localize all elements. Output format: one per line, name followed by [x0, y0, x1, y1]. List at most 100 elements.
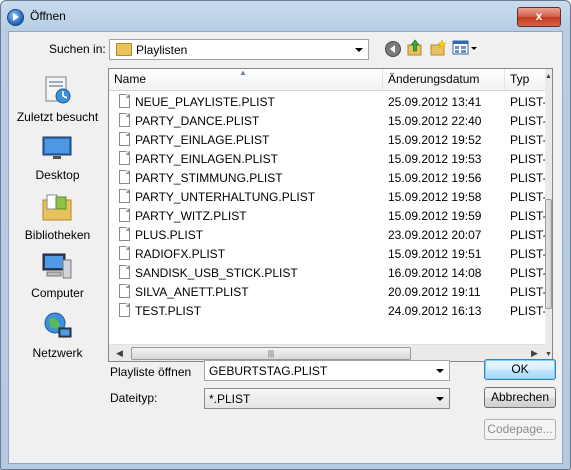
file-name: SANDISK_USB_STICK.PLIST: [135, 266, 298, 280]
file-type: PLIST-: [510, 190, 547, 204]
up-folder-icon[interactable]: [406, 39, 424, 57]
file-row[interactable]: PLUS.PLIST 23.09.2012 20:07 PLIST-: [109, 225, 547, 244]
place-label: Netzwerk: [32, 346, 83, 360]
scroll-right-icon[interactable]: ▶: [531, 348, 538, 359]
codepage-button[interactable]: Codepage...: [484, 419, 556, 440]
filetype-select[interactable]: *.PLIST: [204, 388, 450, 409]
file-row[interactable]: PARTY_STIMMUNG.PLIST 15.09.2012 19:56 PLIS…: [109, 168, 547, 187]
window-title: Öffnen: [30, 9, 66, 23]
place-label: Computer: [31, 286, 84, 300]
chevron-down-icon[interactable]: [355, 48, 363, 52]
recent-places-icon: [45, 76, 71, 104]
file-row[interactable]: PARTY_WITZ.PLIST 15.09.2012 19:59 PLIST-: [109, 206, 547, 225]
file-type: PLIST-: [510, 228, 547, 242]
column-type[interactable]: Typ: [505, 69, 546, 90]
filetype-value: *.PLIST: [209, 392, 251, 406]
back-icon[interactable]: [384, 40, 402, 58]
horizontal-scroll-thumb[interactable]: |||: [131, 347, 411, 360]
cancel-button[interactable]: Abbrechen: [484, 387, 556, 408]
file-type: PLIST-: [510, 152, 547, 166]
app-play-icon: [7, 9, 24, 26]
chevron-down-icon[interactable]: [436, 397, 444, 401]
file-date: 15.09.2012 19:59: [388, 209, 482, 223]
file-icon: [119, 132, 130, 146]
place-libraries[interactable]: Bibliotheken: [9, 192, 106, 248]
open-dialog: Öffnen x Suchen in: Playlisten Zuletzt b…: [0, 0, 571, 470]
file-name: NEUE_PLAYLISTE.PLIST: [135, 95, 275, 109]
vertical-scrollbar[interactable]: ▲ ▼: [545, 69, 552, 361]
file-date: 25.09.2012 13:41: [388, 95, 482, 109]
file-icon: [119, 151, 130, 165]
file-type: PLIST-: [510, 285, 547, 299]
column-header: ▲ Name Änderungsdatum Typ: [109, 69, 546, 91]
filename-combo[interactable]: GEBURTSTAG.PLIST: [204, 360, 450, 381]
place-label: Zuletzt besucht: [16, 110, 99, 124]
file-date: 23.09.2012 20:07: [388, 228, 482, 242]
filename-value[interactable]: GEBURTSTAG.PLIST: [209, 364, 327, 378]
file-row[interactable]: PARTY_EINLAGE.PLIST 15.09.2012 19:52 PLIST…: [109, 130, 547, 149]
file-icon: [119, 208, 130, 222]
column-date[interactable]: Änderungsdatum: [383, 69, 505, 90]
computer-icon: [42, 253, 72, 279]
file-type: PLIST-: [510, 133, 547, 147]
close-button[interactable]: x: [517, 7, 561, 27]
file-type: PLIST-: [510, 114, 547, 128]
dialog-client-area: Suchen in: Playlisten Zuletzt besucht De…: [8, 31, 563, 464]
file-name: TEST.PLIST: [135, 304, 202, 318]
file-name: PLUS.PLIST: [135, 228, 204, 242]
file-row[interactable]: SANDISK_USB_STICK.PLIST 16.09.2012 14:08 P…: [109, 263, 547, 282]
vertical-scroll-thumb[interactable]: [545, 199, 552, 309]
ok-button[interactable]: OK: [484, 359, 556, 380]
file-date: 16.09.2012 14:08: [388, 266, 482, 280]
file-name: PARTY_EINLAGEN.PLIST: [135, 152, 278, 166]
file-name: PARTY_STIMMUNG.PLIST: [135, 171, 283, 185]
filetype-label: Dateityp:: [110, 391, 158, 405]
place-network[interactable]: Netzwerk: [9, 310, 106, 366]
view-menu-icon[interactable]: [452, 39, 478, 57]
file-name: RADIOFX.PLIST: [135, 247, 226, 261]
column-name[interactable]: Name: [109, 69, 383, 90]
file-date: 15.09.2012 19:58: [388, 190, 482, 204]
file-date: 15.09.2012 19:52: [388, 133, 482, 147]
folder-icon: [116, 43, 132, 56]
new-folder-icon[interactable]: [429, 39, 447, 57]
file-row[interactable]: RADIOFX.PLIST 15.09.2012 19:51 PLIST-: [109, 244, 547, 263]
file-icon: [119, 227, 130, 241]
place-desktop[interactable]: Desktop: [9, 132, 106, 188]
place-recent[interactable]: Zuletzt besucht: [9, 74, 106, 130]
file-row[interactable]: NEUE_PLAYLISTE.PLIST 25.09.2012 13:41 PLIS…: [109, 92, 547, 111]
file-name: PARTY_EINLAGE.PLIST: [135, 133, 270, 147]
file-list[interactable]: ▲ Name Änderungsdatum Typ NEUE_PLAYLISTE…: [108, 68, 553, 362]
file-date: 15.09.2012 19:56: [388, 171, 482, 185]
file-icon: [119, 170, 130, 184]
title-bar[interactable]: Öffnen x: [1, 1, 570, 31]
chevron-down-icon[interactable]: [436, 369, 444, 373]
file-date: 15.09.2012 19:51: [388, 247, 482, 261]
place-label: Bibliotheken: [24, 228, 91, 242]
file-date: 15.09.2012 19:53: [388, 152, 482, 166]
file-row[interactable]: PARTY_DANCE.PLIST 15.09.2012 22:40 PLIST-: [109, 111, 547, 130]
file-type: PLIST-: [510, 95, 547, 109]
libraries-icon: [42, 194, 72, 221]
file-date: 15.09.2012 22:40: [388, 114, 482, 128]
look-in-value: Playlisten: [136, 43, 188, 57]
file-name: PARTY_WITZ.PLIST: [135, 209, 247, 223]
look-in-label: Suchen in:: [49, 42, 106, 56]
file-row[interactable]: SILVA_ANETT.PLIST 20.09.2012 19:11 PLIST-: [109, 282, 547, 301]
file-date: 24.09.2012 16:13: [388, 304, 482, 318]
scroll-left-icon[interactable]: ◀: [116, 348, 123, 359]
file-name: PARTY_UNTERHALTUNG.PLIST: [135, 190, 316, 204]
file-name: PARTY_DANCE.PLIST: [135, 114, 260, 128]
file-row[interactable]: PARTY_UNTERHALTUNG.PLIST 15.09.2012 19:58…: [109, 187, 547, 206]
filename-label: Playliste öffnen: [110, 365, 192, 379]
scroll-down-icon[interactable]: ▼: [545, 351, 552, 358]
file-icon: [119, 284, 130, 298]
scroll-up-icon[interactable]: ▲: [545, 73, 552, 80]
look-in-combo[interactable]: Playlisten: [109, 39, 369, 60]
file-row[interactable]: PARTY_EINLAGEN.PLIST 15.09.2012 19:53 PLIS…: [109, 149, 547, 168]
place-label: Desktop: [35, 168, 80, 182]
file-type: PLIST-: [510, 209, 547, 223]
file-row[interactable]: TEST.PLIST 24.09.2012 16:13 PLIST-: [109, 301, 547, 320]
place-computer[interactable]: Computer: [9, 250, 106, 306]
file-icon: [119, 94, 130, 108]
